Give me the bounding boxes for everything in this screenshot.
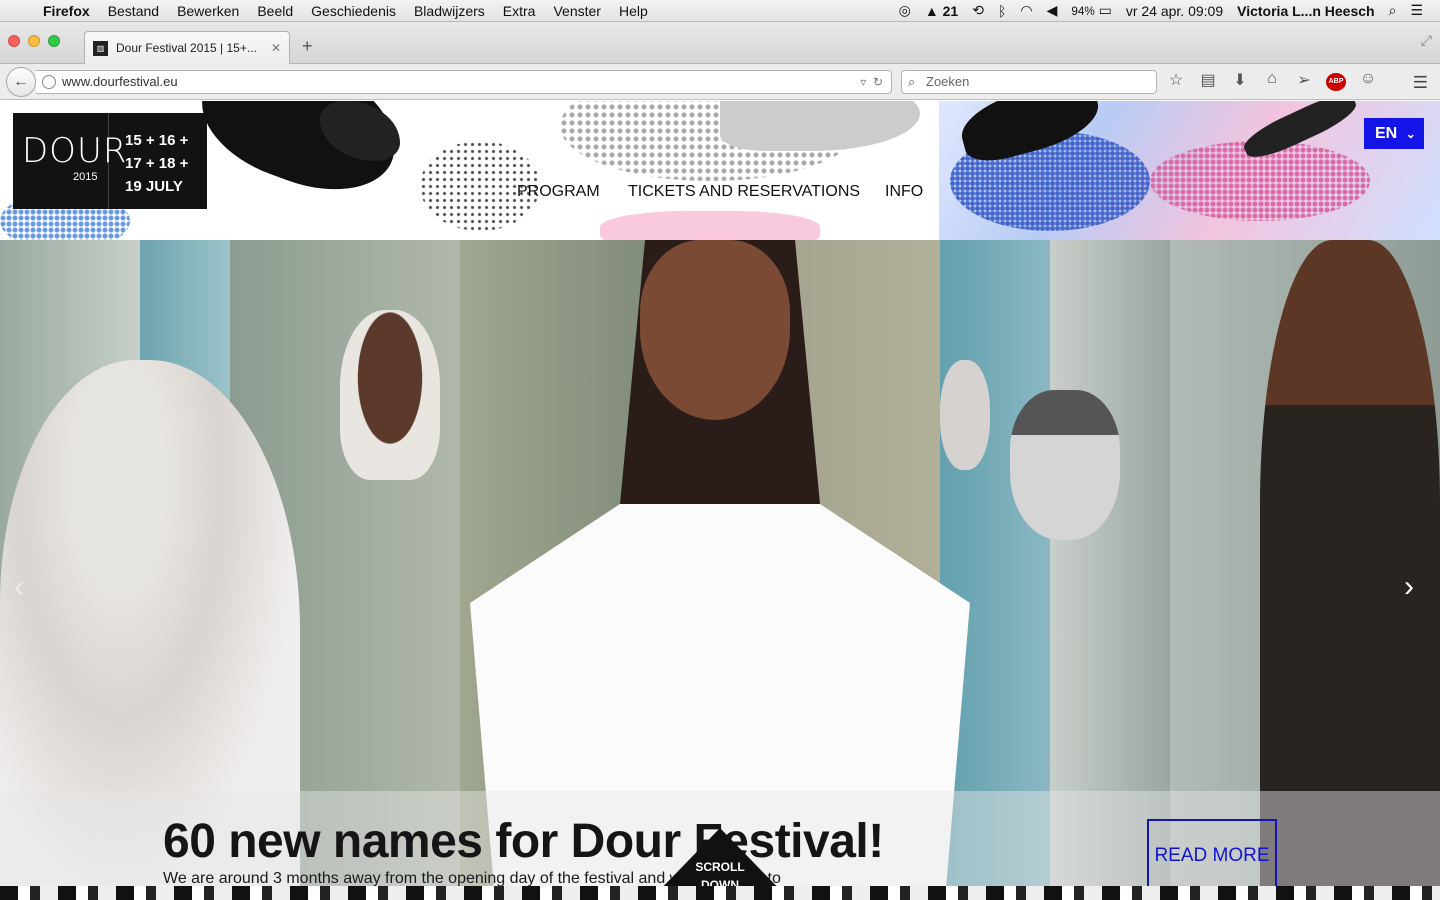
previous-slide-icon[interactable]: ‹ — [14, 568, 25, 605]
search-placeholder: Zoeken — [926, 74, 970, 89]
back-button[interactable]: ← — [6, 67, 36, 97]
dates-line-3: 19 JULY — [125, 178, 183, 195]
logo-word-block: DOUR 2015 — [13, 113, 126, 209]
dour-logo[interactable]: DOUR 2015 15 + 16 + 17 + 18 + 19 JULY — [13, 113, 207, 209]
home-icon[interactable]: ⌂ — [1262, 70, 1282, 91]
close-tab-icon[interactable]: ✕ — [271, 41, 281, 55]
site-header: DOUR 2015 15 + 16 + 17 + 18 + 19 JULY PR… — [0, 101, 1440, 240]
volume-icon[interactable]: ◀ — [1040, 2, 1065, 19]
reading-list-icon[interactable]: ▤ — [1198, 70, 1218, 91]
menu-venster[interactable]: Venster — [544, 3, 609, 19]
site-identity-icon[interactable] — [42, 75, 56, 89]
nav-info[interactable]: INFO — [885, 183, 923, 201]
menu-app-name[interactable]: Firefox — [34, 3, 99, 19]
site-favicon-icon: ▥ — [93, 40, 108, 56]
clock[interactable]: vr 24 apr. 09:09 — [1119, 3, 1230, 19]
logo-year: 2015 — [73, 171, 98, 183]
chat-icon[interactable]: ☺ — [1358, 70, 1378, 91]
bottom-pattern-strip — [0, 886, 1440, 900]
menu-geschiedenis[interactable]: Geschiedenis — [302, 3, 405, 19]
url-text: www.dourfestival.eu — [62, 74, 178, 89]
navigation-toolbar: ← www.dourfestival.eu ▿ ↻ ⌕ Zoeken ☆ ▤ ⬇… — [0, 64, 1440, 100]
macos-menubar: Firefox Bestand Bewerken Beeld Geschiede… — [0, 0, 1440, 22]
menu-hamburger-icon[interactable]: ☰ — [1413, 73, 1428, 93]
tab-strip: ▥ Dour Festival 2015 | 15+... ✕ + ⤢ — [0, 22, 1440, 64]
close-window-button[interactable] — [8, 35, 20, 47]
menu-bladwijzers[interactable]: Bladwijzers — [405, 3, 494, 19]
dates-line-2: 17 + 18 + — [125, 155, 189, 172]
search-icon: ⌕ — [908, 74, 916, 89]
time-machine-icon[interactable]: ⟲ — [965, 2, 991, 19]
battery-status[interactable]: 94% ▭ — [1064, 2, 1118, 19]
bookmark-star-icon[interactable]: ☆ — [1166, 70, 1186, 91]
url-bar[interactable]: www.dourfestival.eu ▿ ↻ — [36, 70, 892, 94]
zoom-window-button[interactable] — [48, 35, 60, 47]
adobe-status-icon[interactable]: ▲ 21 — [918, 3, 965, 19]
fullscreen-icon[interactable]: ⤢ — [1421, 32, 1432, 49]
scroll-label-line-1: SCROLL — [695, 860, 745, 874]
dates-line-1: 15 + 16 + — [125, 132, 189, 149]
menu-beeld[interactable]: Beeld — [248, 3, 302, 19]
menu-bewerken[interactable]: Bewerken — [168, 3, 248, 19]
toolbar-icons: ☆ ▤ ⬇ ⌂ ➢ ABP ☺ — [1166, 70, 1378, 91]
hero-slider: ‹ › 60 new names for Dour Festival! We a… — [0, 240, 1440, 900]
logo-word: DOUR — [22, 131, 128, 171]
language-label: EN — [1375, 125, 1398, 142]
adobe-count: 21 — [942, 2, 959, 19]
minimize-window-button[interactable] — [28, 35, 40, 47]
wifi-icon[interactable]: ◠ — [1013, 2, 1039, 19]
reload-icon[interactable]: ▿ ↻ — [860, 71, 883, 93]
new-tab-button[interactable]: + — [302, 36, 313, 57]
window-controls — [8, 35, 60, 47]
bluetooth-icon[interactable]: ᛒ — [991, 3, 1013, 19]
nav-tickets[interactable]: TICKETS AND RESERVATIONS — [628, 183, 860, 201]
tab-dour-festival[interactable]: ▥ Dour Festival 2015 | 15+... ✕ — [84, 31, 290, 64]
menu-bestand[interactable]: Bestand — [99, 3, 168, 19]
adblock-plus-icon[interactable]: ABP — [1326, 70, 1346, 91]
user-name[interactable]: Victoria L...n Heesch — [1230, 3, 1381, 19]
web-page: DOUR 2015 15 + 16 + 17 + 18 + 19 JULY PR… — [0, 101, 1440, 900]
notification-center-icon[interactable]: ☰ — [1403, 2, 1430, 19]
battery-percent: 94% — [1071, 5, 1095, 18]
send-icon[interactable]: ➢ — [1294, 70, 1314, 91]
creative-cloud-icon[interactable]: ◎ — [892, 2, 918, 19]
spotlight-icon[interactable]: ⌕ — [1382, 2, 1404, 19]
nav-program[interactable]: PROGRAM — [517, 183, 600, 201]
next-slide-icon[interactable]: › — [1404, 570, 1414, 604]
chevron-down-icon: ⌄ — [1405, 127, 1416, 141]
tab-title: Dour Festival 2015 | 15+... — [116, 41, 257, 55]
search-input[interactable]: ⌕ Zoeken — [901, 70, 1157, 94]
downloads-icon[interactable]: ⬇ — [1230, 70, 1250, 91]
menu-help[interactable]: Help — [610, 3, 657, 19]
menu-extra[interactable]: Extra — [494, 3, 545, 19]
language-selector[interactable]: EN ⌄ — [1364, 118, 1424, 149]
